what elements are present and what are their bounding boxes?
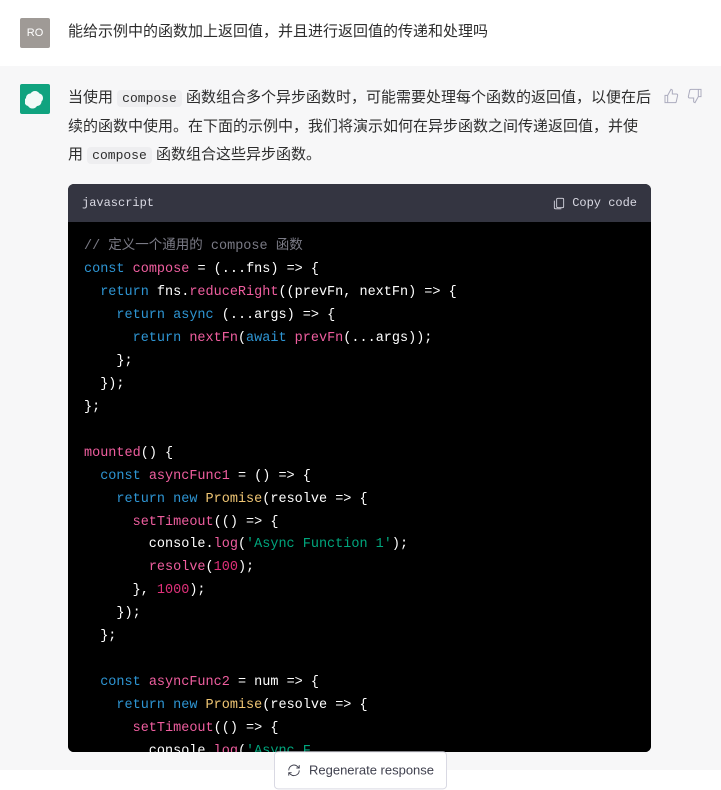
assistant-text-part1: 当使用 <box>68 89 117 106</box>
refresh-icon <box>287 763 301 777</box>
user-avatar-label: RO <box>27 27 44 39</box>
thumbs-up-icon <box>663 88 679 104</box>
openai-logo-icon <box>25 89 45 109</box>
thumbs-down-button[interactable] <box>687 88 703 107</box>
code-block: javascript Copy code // 定义一个通用的 compose … <box>68 184 651 753</box>
user-message-row: RO 能给示例中的函数加上返回值，并且进行返回值的传递和处理吗 <box>0 0 721 66</box>
thumbs-up-button[interactable] <box>663 88 679 107</box>
regenerate-label: Regenerate response <box>309 758 434 783</box>
code-header: javascript Copy code <box>68 184 651 223</box>
assistant-avatar <box>20 84 50 114</box>
feedback-buttons <box>663 88 703 107</box>
clipboard-icon <box>552 196 566 210</box>
inline-code-compose-1: compose <box>117 90 182 107</box>
code-body: // 定义一个通用的 compose 函数 const compose = (.… <box>68 222 651 752</box>
user-message-body: 能给示例中的函数加上返回值，并且进行返回值的传递和处理吗 <box>68 18 721 47</box>
user-message-text: 能给示例中的函数加上返回值，并且进行返回值的传递和处理吗 <box>68 23 488 40</box>
user-avatar: RO <box>20 18 50 48</box>
inline-code-compose-2: compose <box>87 147 152 164</box>
assistant-message-row: 当使用 compose 函数组合多个异步函数时，可能需要处理每个函数的返回值，以… <box>0 66 721 770</box>
regenerate-wrap: Regenerate response <box>0 732 721 771</box>
thumbs-down-icon <box>687 88 703 104</box>
copy-code-button[interactable]: Copy code <box>552 192 637 215</box>
regenerate-button[interactable]: Regenerate response <box>274 751 447 790</box>
code-comment: // 定义一个通用的 compose 函数 <box>84 239 303 254</box>
copy-code-label: Copy code <box>572 192 637 215</box>
assistant-text-part3: 函数组合这些异步函数。 <box>152 146 321 163</box>
assistant-message-body: 当使用 compose 函数组合多个异步函数时，可能需要处理每个函数的返回值，以… <box>68 84 721 752</box>
code-scroll[interactable]: // 定义一个通用的 compose 函数 const compose = (.… <box>68 222 651 752</box>
code-language-label: javascript <box>82 192 154 215</box>
